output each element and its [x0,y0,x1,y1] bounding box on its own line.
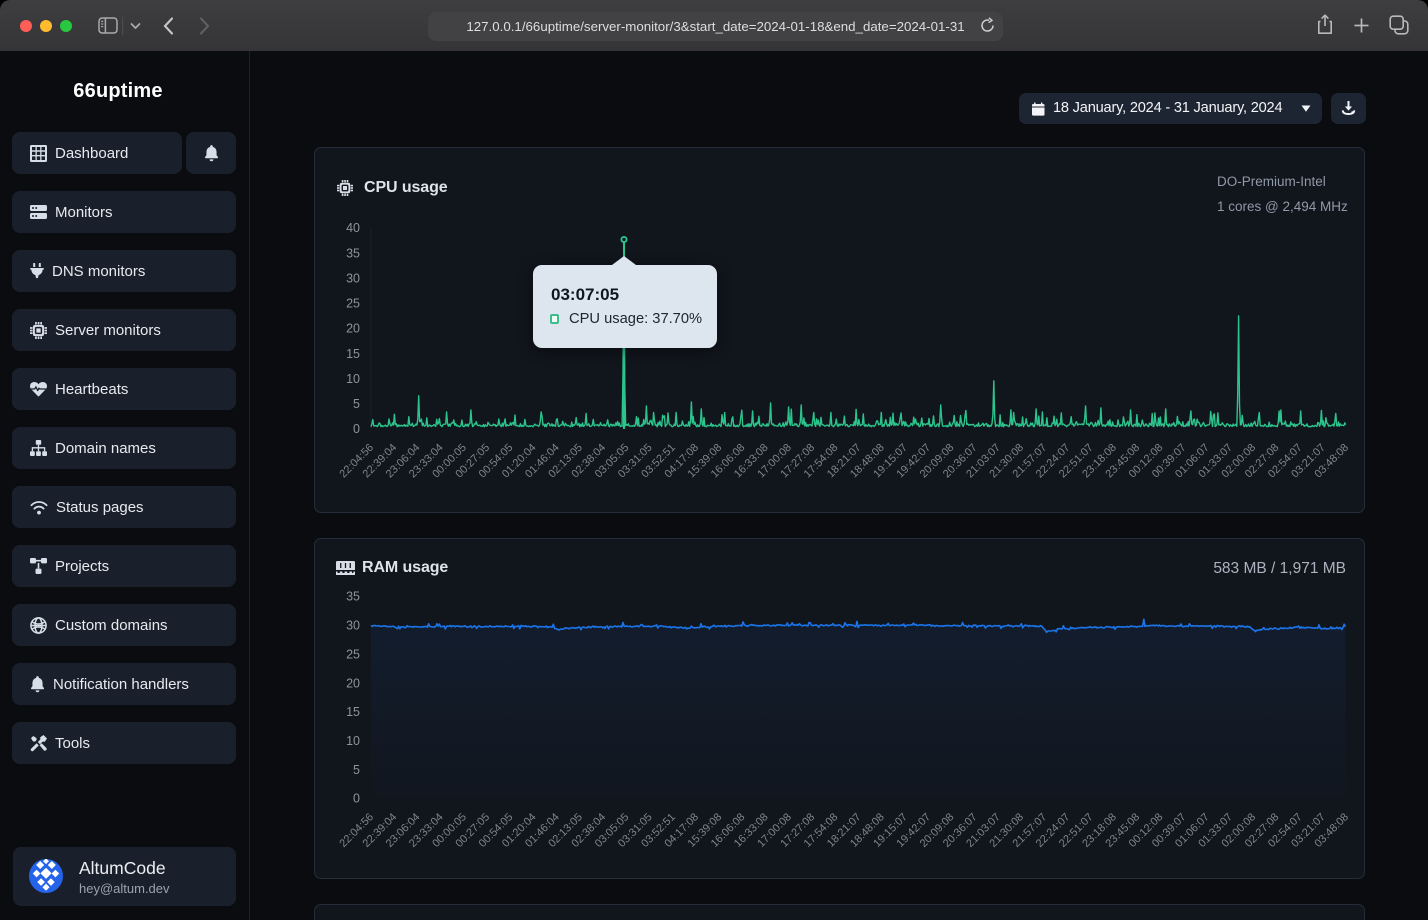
svg-text:35: 35 [346,589,360,603]
svg-text:15: 15 [346,347,360,361]
svg-text:0: 0 [353,791,360,805]
svg-text:5: 5 [353,762,360,776]
svg-text:30: 30 [346,271,360,285]
svg-text:35: 35 [346,246,360,260]
svg-text:20: 20 [346,676,360,690]
svg-text:20: 20 [346,322,360,336]
svg-text:0: 0 [353,422,360,436]
svg-text:30: 30 [346,618,360,632]
svg-text:40: 40 [346,221,360,235]
svg-text:25: 25 [346,297,360,311]
svg-text:10: 10 [346,734,360,748]
svg-text:15: 15 [346,705,360,719]
svg-text:25: 25 [346,647,360,661]
svg-text:10: 10 [346,372,360,386]
svg-text:5: 5 [353,397,360,411]
